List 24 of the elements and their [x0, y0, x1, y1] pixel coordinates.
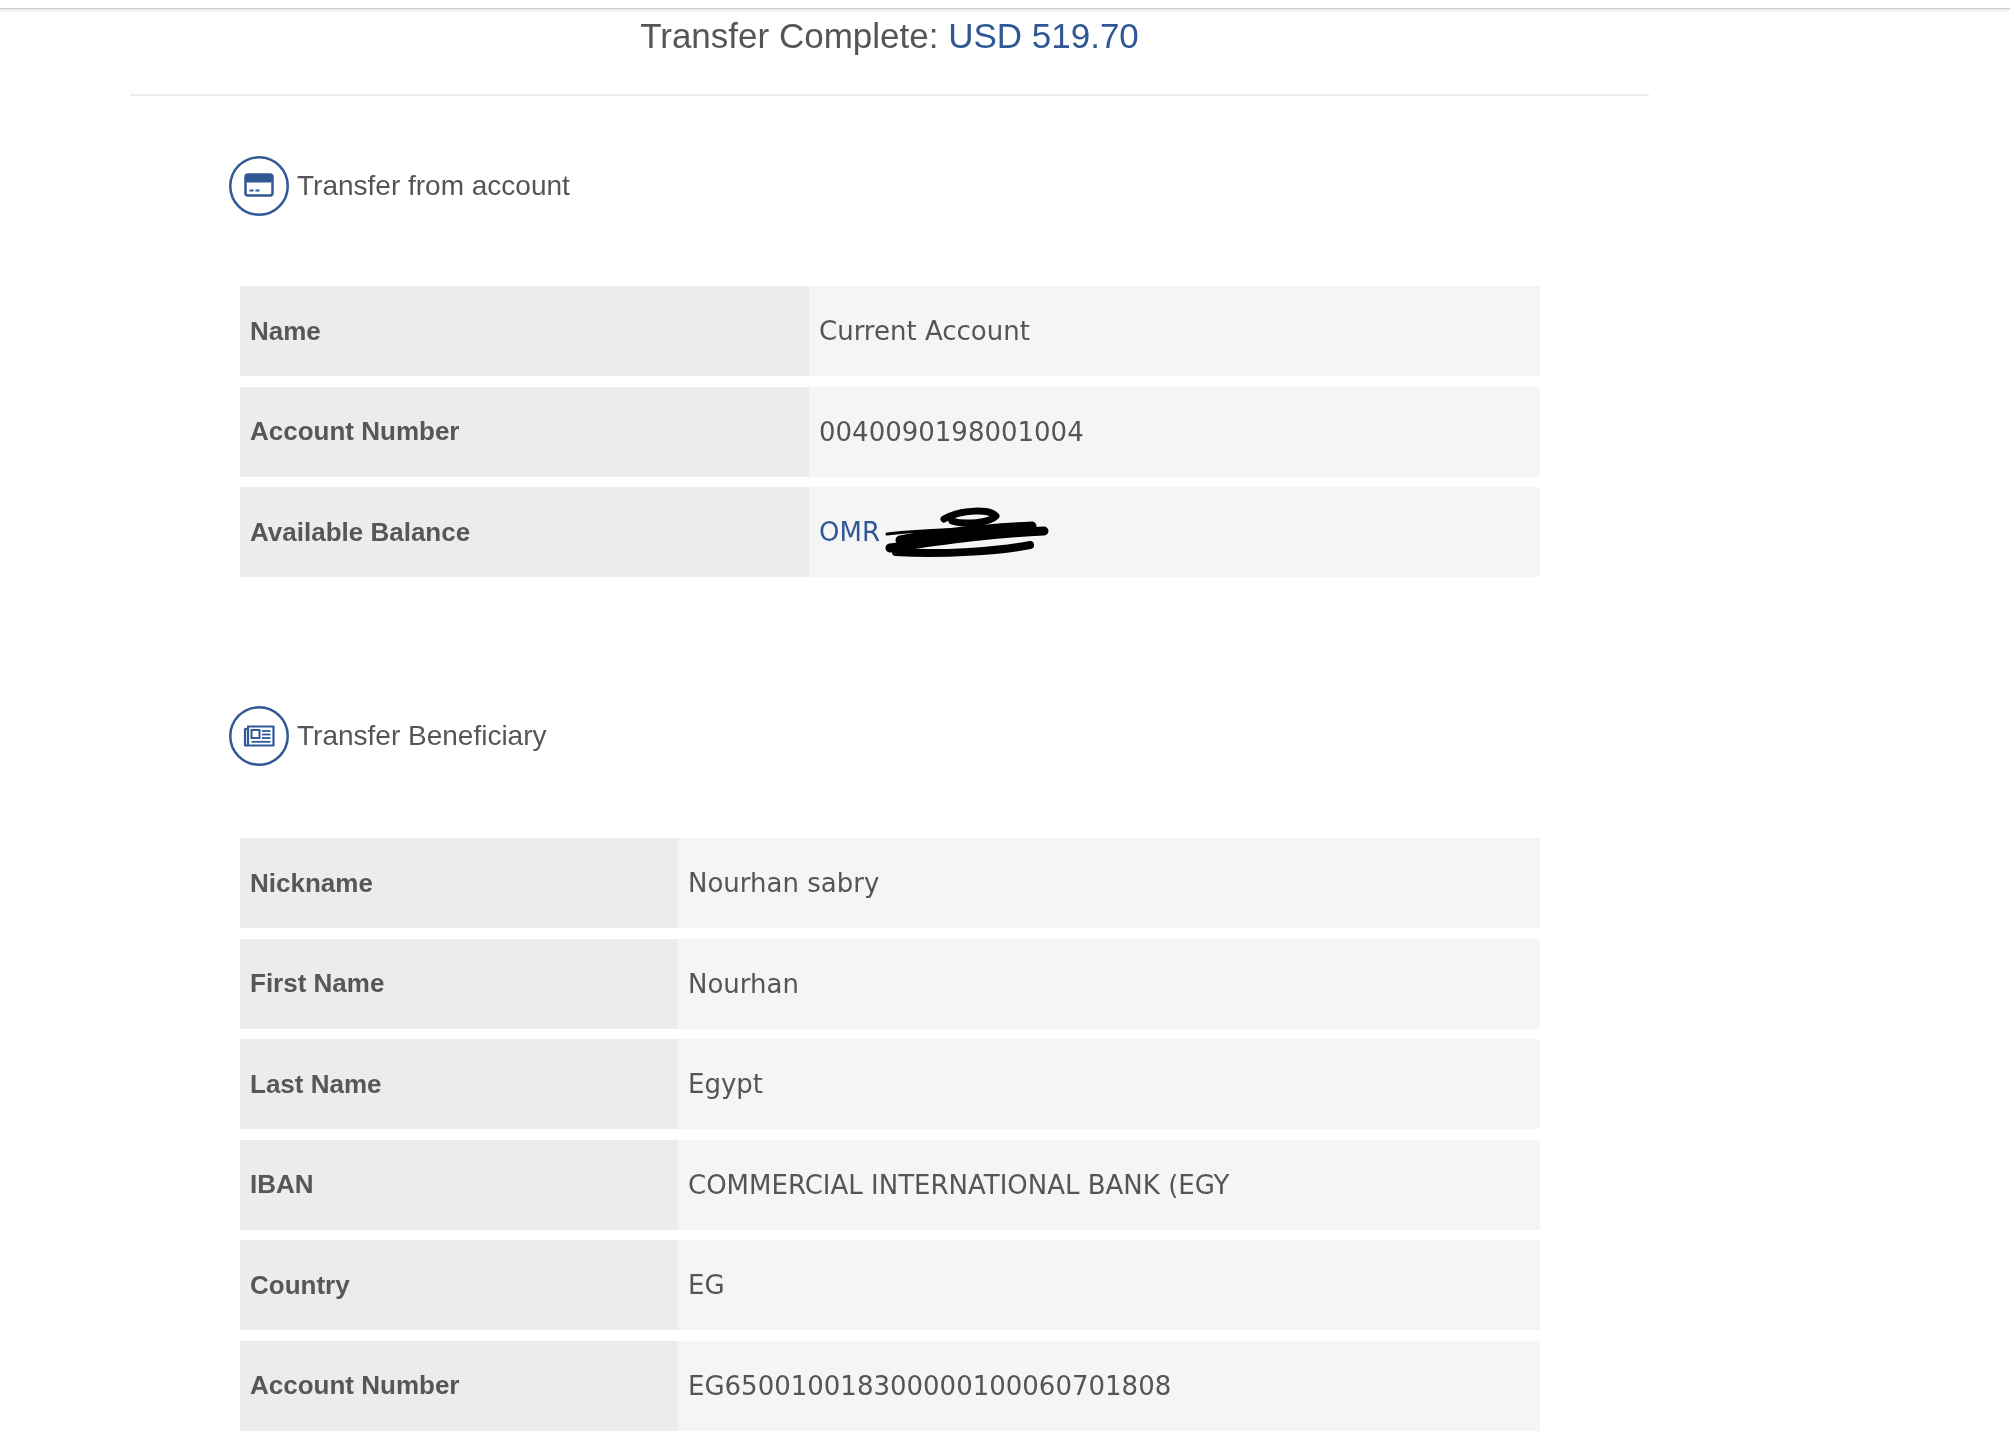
- field-value: Nourhan sabry: [688, 868, 880, 898]
- field-value: OMR: [819, 517, 880, 547]
- field-label: Name: [240, 286, 809, 376]
- field-value: EG650010018300000100060701808: [688, 1370, 1172, 1401]
- title-label: Transfer Complete:: [640, 16, 939, 55]
- field-value: Current Account: [819, 316, 1030, 346]
- field-label: Account Number: [240, 386, 809, 477]
- field-value: 0040090198001004: [819, 416, 1084, 447]
- field-label: Last Name: [240, 1039, 678, 1129]
- field-label: Country: [240, 1240, 678, 1330]
- field-value: Egypt: [688, 1069, 764, 1099]
- field-value: COMMERCIAL INTERNATIONAL BANK (EGY: [688, 1169, 1230, 1200]
- field-label: Available Balance: [240, 487, 809, 577]
- field-label: IBAN: [240, 1139, 678, 1230]
- transfer-amount: USD 519.70: [948, 16, 1139, 55]
- field-value: Nourhan: [688, 968, 799, 999]
- field-label: First Name: [240, 938, 678, 1029]
- field-value: EG: [688, 1270, 725, 1300]
- credit-card-icon: [229, 156, 289, 216]
- section-heading: Transfer Beneficiary: [297, 720, 547, 752]
- section-heading: Transfer from account: [297, 170, 570, 202]
- field-label: Nickname: [240, 838, 678, 928]
- field-label: Account Number: [240, 1340, 678, 1431]
- newspaper-icon: [229, 706, 289, 766]
